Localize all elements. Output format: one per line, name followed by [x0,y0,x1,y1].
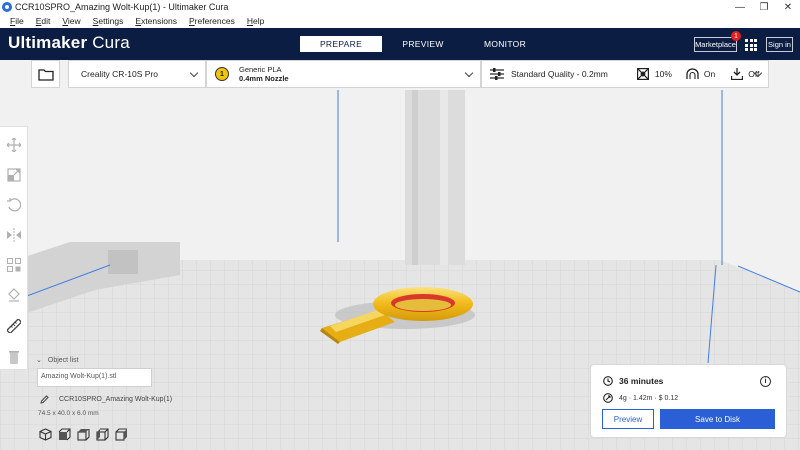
tab-preview[interactable]: PREVIEW [382,36,464,52]
object-list-item[interactable]: Amazing Wolt-Kup(1).stl [37,368,152,387]
pencil-icon [40,395,49,404]
sign-in-button[interactable]: Sign in [766,37,793,52]
trash-icon[interactable] [7,350,21,364]
job-name[interactable]: CCR10SPRO_Amazing Wolt-Kup(1) [40,395,172,404]
stage-tabs: PREPARE PREVIEW MONITOR [300,36,546,52]
extruder-badge: 1 [215,67,229,81]
object-dimensions: 74.5 x 40.0 x 6.0 mm [38,410,99,417]
tab-monitor[interactable]: MONITOR [464,36,546,52]
menu-view[interactable]: View [56,16,86,26]
scale-icon[interactable] [7,168,21,182]
rotate-icon[interactable] [7,198,21,212]
preview-button[interactable]: Preview [602,409,654,429]
view-left-icon[interactable] [96,428,109,441]
tool-column [0,126,28,370]
object-list-header[interactable]: ⌄ Object list [36,356,79,364]
chevron-down-icon: ⌄ [36,357,42,364]
per-model-settings-icon[interactable] [7,258,21,272]
printer-selector[interactable]: Creality CR-10S Pro [68,60,206,88]
quality-profile: Standard Quality - 0.2mm [511,69,608,79]
measure-icon[interactable] [7,319,21,333]
clock-icon [603,376,613,386]
spool-icon [603,393,613,403]
model-ring-hole-floor [395,299,451,311]
menu-extensions[interactable]: Extensions [129,16,183,26]
view-3d-icon[interactable] [39,428,52,441]
view-right-icon[interactable] [115,428,128,441]
print-settings-selector[interactable]: Standard Quality - 0.2mm 10% On Off [481,60,769,88]
printer-name: Creality CR-10S Pro [81,69,158,79]
nozzle-size: 0.4mm Nozzle [239,74,289,83]
frame-bracket [108,250,138,274]
material-info: Generic PLA 0.4mm Nozzle [239,65,289,83]
info-icon[interactable]: i [760,376,771,387]
chevron-down-icon [189,68,199,78]
tab-prepare[interactable]: PREPARE [300,36,382,52]
marketplace-badge: 1 [731,31,741,41]
chevron-down-icon [464,68,474,78]
support-blocker-icon[interactable] [7,288,21,302]
print-action-panel: 36 minutes i 4g · 1.42m · $ 0.12 Preview… [590,364,787,438]
window-titlebar: CCR10SPRO_Amazing Wolt-Kup(1) - Ultimake… [0,0,800,14]
view-top-icon[interactable] [77,428,90,441]
menu-file[interactable]: File [4,16,30,26]
cura-app-icon [2,2,12,12]
view-front-icon[interactable] [58,428,71,441]
menu-edit[interactable]: Edit [30,16,57,26]
print-time: 36 minutes [603,376,663,386]
adhesion-icon [731,68,744,80]
material-estimate: 4g · 1.42m · $ 0.12 [603,393,678,403]
sliders-icon [490,68,504,80]
gantry-column-highlight [440,90,448,265]
marketplace-button[interactable]: Marketplace [694,37,737,52]
save-to-disk-button[interactable]: Save to Disk [660,409,775,429]
menu-bar: File Edit View Settings Extensions Prefe… [0,14,800,28]
minimize-button[interactable]: — [728,0,752,14]
support-value: On [703,69,716,79]
open-file-button[interactable] [31,60,60,88]
gantry-column-shadow [412,90,418,265]
brand-logo: Ultimaker Cura [8,33,130,52]
close-button[interactable]: ✕ [776,0,800,14]
menu-settings[interactable]: Settings [87,16,130,26]
camera-view-buttons [39,428,134,441]
menu-help[interactable]: Help [241,16,270,26]
app-header: Ultimaker Cura PREPARE PREVIEW MONITOR M… [0,28,800,60]
mirror-icon[interactable] [7,228,21,242]
maximize-button[interactable]: ❐ [752,0,776,14]
move-icon[interactable] [7,138,21,152]
material-name: Generic PLA [239,65,282,74]
infill-value: 10% [654,69,672,79]
infill-icon [636,68,649,80]
folder-icon [37,68,54,81]
material-selector[interactable]: 1 Generic PLA 0.4mm Nozzle [206,60,481,88]
apps-grid-icon[interactable] [745,39,757,51]
window-title: CCR10SPRO_Amazing Wolt-Kup(1) - Ultimake… [15,2,229,12]
menu-preferences[interactable]: Preferences [183,16,241,26]
support-icon [686,68,699,79]
